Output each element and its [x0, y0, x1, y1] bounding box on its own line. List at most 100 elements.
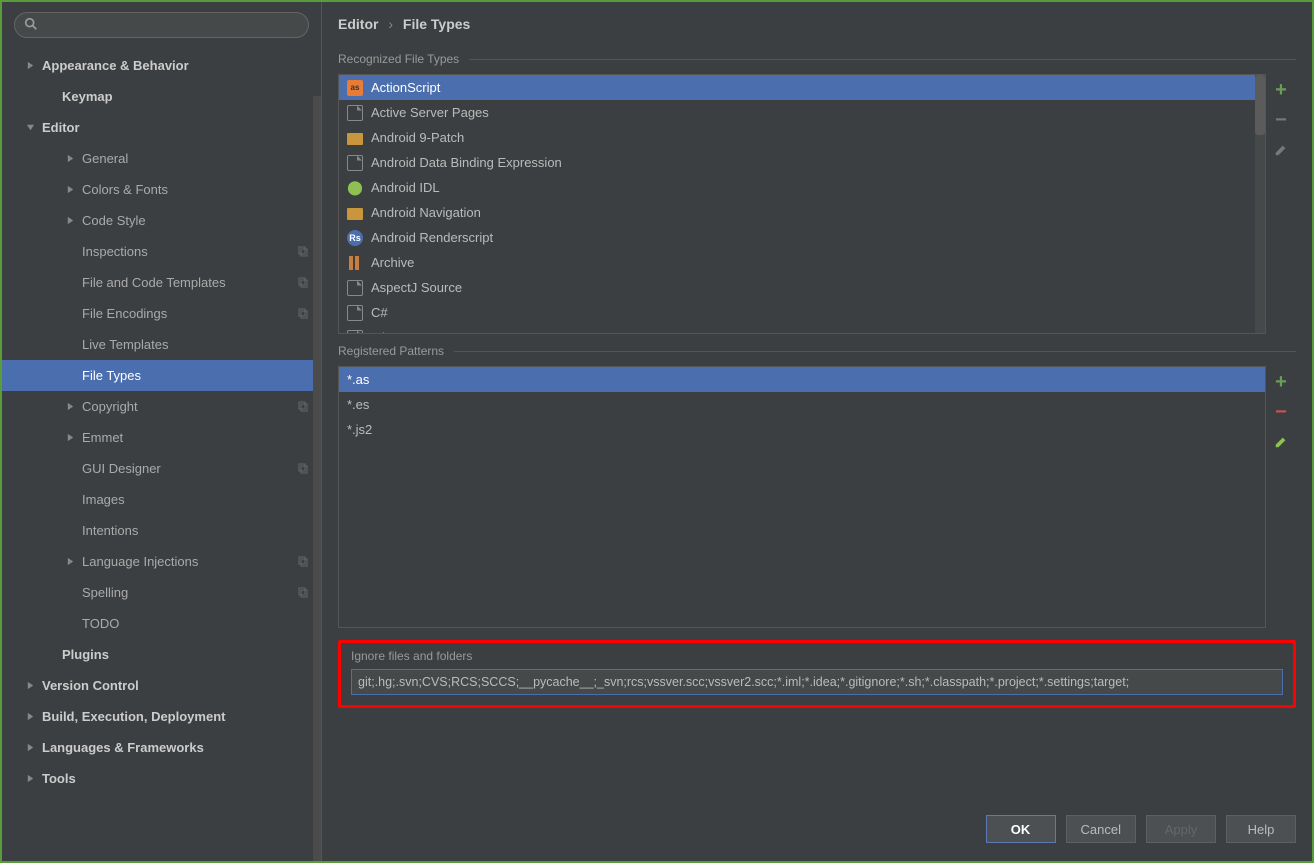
file-type-label: Android Data Binding Expression — [371, 155, 562, 170]
tree-item[interactable]: Version Control — [2, 670, 321, 701]
caret-icon — [62, 275, 78, 291]
pattern-label: *.as — [347, 372, 369, 387]
tree-item-label: TODO — [82, 616, 311, 631]
copy-icon — [297, 307, 311, 321]
file-type-item[interactable]: Active Server Pages — [339, 100, 1265, 125]
tree-item-label: Colors & Fonts — [82, 182, 311, 197]
file-types-tools: + − — [1266, 74, 1296, 334]
caret-icon — [62, 306, 78, 322]
tree-item-label: Intentions — [82, 523, 311, 538]
tree-item[interactable]: Plugins — [2, 639, 321, 670]
breadcrumb-parent[interactable]: Editor — [338, 16, 378, 32]
add-button[interactable]: + — [1271, 372, 1291, 392]
tree-item[interactable]: Emmet — [2, 422, 321, 453]
tree-item-label: Inspections — [82, 244, 297, 259]
tree-item[interactable]: File Types — [2, 360, 321, 391]
caret-icon — [62, 337, 78, 353]
edit-button[interactable] — [1271, 140, 1291, 160]
apply-button[interactable]: Apply — [1146, 815, 1216, 843]
file-type-label: Android Renderscript — [371, 230, 493, 245]
tree-item-label: Spelling — [82, 585, 297, 600]
patterns-list[interactable]: *.as *.es *.js2 — [338, 366, 1266, 628]
tree-item-label: Version Control — [42, 678, 311, 693]
tree-item[interactable]: Languages & Frameworks — [2, 732, 321, 763]
ok-button[interactable]: OK — [986, 815, 1056, 843]
caret-icon — [62, 523, 78, 539]
file-types-list[interactable]: asActionScriptActive Server Pages Android… — [338, 74, 1266, 334]
search-input[interactable] — [14, 12, 309, 38]
edit-button[interactable] — [1271, 432, 1291, 452]
tree-item[interactable]: Spelling — [2, 577, 321, 608]
caret-icon — [62, 492, 78, 508]
file-icon — [347, 105, 363, 121]
tree-item-label: Appearance & Behavior — [42, 58, 311, 73]
tree-item[interactable]: Editor — [2, 112, 321, 143]
tree-item[interactable]: Intentions — [2, 515, 321, 546]
caret-icon — [42, 89, 58, 105]
remove-button[interactable]: − — [1271, 402, 1291, 422]
ignore-input[interactable] — [351, 669, 1283, 695]
copy-icon — [297, 555, 311, 569]
remove-button[interactable]: − — [1271, 110, 1291, 130]
file-type-item[interactable]: C/C++ — [339, 325, 1265, 334]
tree-item[interactable]: Inspections — [2, 236, 321, 267]
file-icon — [347, 305, 363, 321]
tree-item[interactable]: Build, Execution, Deployment — [2, 701, 321, 732]
caret-icon — [62, 616, 78, 632]
file-type-item[interactable]: Archive — [339, 250, 1265, 275]
file-type-item[interactable]: Android Navigation — [339, 200, 1265, 225]
tree-item-label: Tools — [42, 771, 311, 786]
tree-item-label: File Encodings — [82, 306, 297, 321]
tree-item[interactable]: Tools — [2, 763, 321, 794]
tree-item[interactable]: GUI Designer — [2, 453, 321, 484]
pattern-item[interactable]: *.es — [339, 392, 1265, 417]
patterns-tools: + − — [1266, 366, 1296, 628]
caret-icon — [62, 213, 78, 229]
caret-icon — [62, 585, 78, 601]
tree-item[interactable]: File Encodings — [2, 298, 321, 329]
tree-item[interactable]: Colors & Fonts — [2, 174, 321, 205]
main-panel: Editor › File Types Recognized File Type… — [322, 2, 1312, 861]
breadcrumb: Editor › File Types — [322, 2, 1312, 42]
tree-item[interactable]: Live Templates — [2, 329, 321, 360]
dialog-buttons: OK Cancel Apply Help — [322, 797, 1312, 861]
tree-item-label: File Types — [82, 368, 311, 383]
archive-icon — [347, 255, 363, 271]
tree-item[interactable]: Keymap — [2, 81, 321, 112]
file-type-item[interactable]: C# — [339, 300, 1265, 325]
caret-icon — [22, 771, 38, 787]
tree-item[interactable]: TODO — [2, 608, 321, 639]
tree-item[interactable]: Language Injections — [2, 546, 321, 577]
tree-item[interactable]: Appearance & Behavior — [2, 50, 321, 81]
tree-item[interactable]: File and Code Templates — [2, 267, 321, 298]
settings-tree[interactable]: Appearance & Behavior Keymap Editor General… — [2, 46, 321, 861]
tree-item[interactable]: Copyright — [2, 391, 321, 422]
file-type-item[interactable]: AspectJ Source — [339, 275, 1265, 300]
tree-item[interactable]: Code Style — [2, 205, 321, 236]
tree-item-label: Code Style — [82, 213, 311, 228]
file-type-label: Android 9-Patch — [371, 130, 464, 145]
caret-icon — [22, 678, 38, 694]
tree-item-label: Copyright — [82, 399, 297, 414]
caret-icon — [62, 368, 78, 384]
help-button[interactable]: Help — [1226, 815, 1296, 843]
pattern-item[interactable]: *.as — [339, 367, 1265, 392]
file-type-label: ActionScript — [371, 80, 440, 95]
file-type-item[interactable]: Android 9-Patch — [339, 125, 1265, 150]
tree-item-label: Editor — [42, 120, 311, 135]
file-type-item[interactable]: Android Data Binding Expression — [339, 150, 1265, 175]
copy-icon — [297, 586, 311, 600]
file-type-item[interactable]: ⬤Android IDL — [339, 175, 1265, 200]
file-type-item[interactable]: asActionScript — [339, 75, 1265, 100]
cancel-button[interactable]: Cancel — [1066, 815, 1136, 843]
tree-item[interactable]: Images — [2, 484, 321, 515]
file-type-item[interactable]: RsAndroid Renderscript — [339, 225, 1265, 250]
add-button[interactable]: + — [1271, 80, 1291, 100]
pattern-label: *.es — [347, 397, 369, 412]
scrollbar[interactable] — [1255, 75, 1265, 333]
scrollbar[interactable] — [313, 96, 321, 861]
pattern-item[interactable]: *.js2 — [339, 417, 1265, 442]
android-icon: ⬤ — [347, 180, 363, 196]
caret-icon — [22, 740, 38, 756]
tree-item[interactable]: General — [2, 143, 321, 174]
